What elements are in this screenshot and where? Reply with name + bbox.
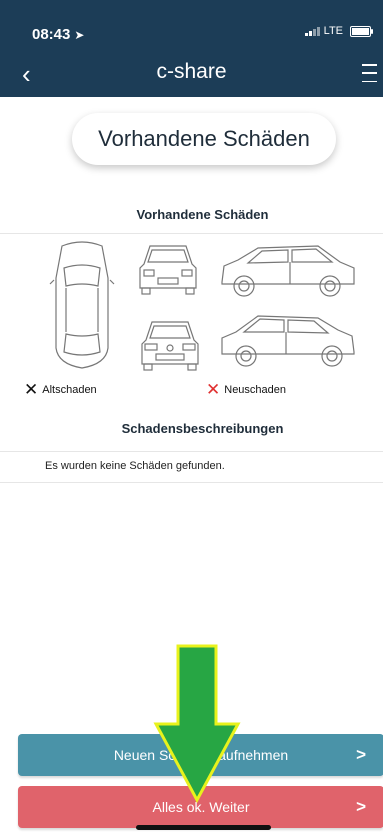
battery-icon (350, 25, 373, 37)
divider (0, 451, 383, 452)
network-label: LTE (323, 25, 343, 37)
location-arrow-icon: ➤ (74, 28, 85, 42)
descriptions-title: Schadensbeschreibungen (121, 421, 284, 436)
no-damage-message: Es wurden keine Schäden gefunden. (45, 460, 225, 472)
page-title: c-share (156, 60, 227, 83)
home-indicator[interactable] (136, 825, 271, 830)
legend-old-label: Altschaden (42, 383, 97, 396)
hamburger-menu-icon[interactable] (362, 64, 377, 82)
car-rear-view-diagram (139, 245, 197, 295)
chevron-right-icon: > (356, 745, 366, 764)
top-bar: 08:43 ➤ LTE ‹ c-share (0, 0, 383, 97)
old-damage-x-icon: ✕ (24, 380, 39, 399)
car-left-side-diagram (221, 245, 355, 297)
legend-new-label: Neuschaden (224, 383, 287, 396)
header-pill: Vorhandene Schäden (72, 113, 336, 165)
car-right-side-diagram (221, 315, 355, 367)
car-front-view-diagram (141, 321, 199, 371)
legend-new-damage: ✕ Neuschaden (206, 381, 286, 398)
divider (0, 233, 383, 234)
legend-old-damage: ✕ Altschaden (24, 381, 97, 398)
car-top-view-diagram (49, 241, 115, 369)
divider (0, 482, 383, 483)
status-indicators: LTE (304, 25, 373, 37)
arrow-down-annotation-icon (153, 644, 241, 804)
signal-icon (304, 26, 320, 36)
status-time: 08:43 ➤ (32, 26, 85, 43)
chevron-right-icon: > (356, 797, 366, 816)
new-damage-x-icon: ✕ (206, 380, 221, 399)
damage-section-title: Vorhandene Schäden (136, 207, 269, 222)
